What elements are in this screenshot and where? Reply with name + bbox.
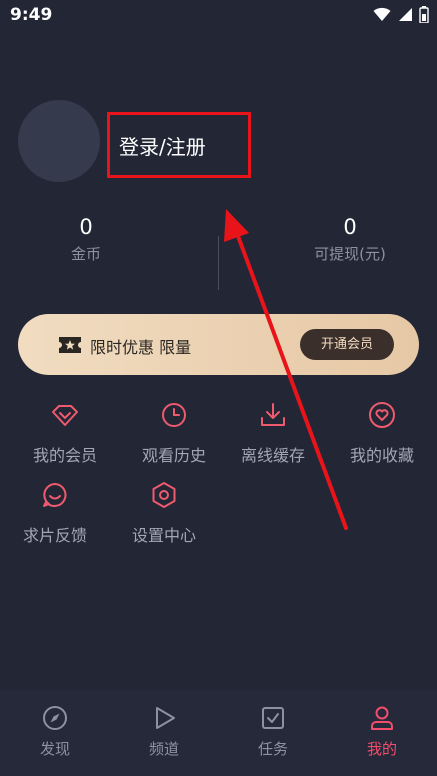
download-icon xyxy=(261,403,285,426)
menu-my-membership[interactable]: 我的会员 xyxy=(13,400,117,466)
ticket-star-icon xyxy=(59,337,81,353)
settings-hexagon-icon xyxy=(152,482,176,508)
stat-coins[interactable]: 0 金币 xyxy=(26,215,146,264)
user-icon xyxy=(371,706,393,730)
wifi-icon xyxy=(373,7,391,21)
stat-cash-value: 0 xyxy=(343,215,357,239)
vip-promo-banner[interactable]: 限时优惠 限量 开通会员 xyxy=(18,314,419,375)
stat-coins-value: 0 xyxy=(79,215,93,239)
nav-discover[interactable]: 发现 xyxy=(15,705,95,759)
signal-icon xyxy=(399,8,412,21)
stat-coins-label: 金币 xyxy=(70,245,101,263)
menu-watch-history[interactable]: 观看历史 xyxy=(122,400,226,466)
menu-label: 我的收藏 xyxy=(349,446,414,465)
menu-my-favorites[interactable]: 我的收藏 xyxy=(330,400,434,466)
menu-settings-center[interactable]: 设置中心 xyxy=(112,480,216,546)
my-profile-screen: 9:49 登录/注册 0 金币 0 可提现(元) 限时优惠 限量 开通会员 我的… xyxy=(0,0,437,776)
menu-label: 设置中心 xyxy=(131,526,196,545)
menu-label: 离线缓存 xyxy=(240,446,305,465)
chat-icon xyxy=(43,483,67,507)
nav-label: 任务 xyxy=(257,740,288,758)
status-time: 9:49 xyxy=(10,5,53,25)
clock-icon xyxy=(162,403,186,427)
open-vip-button[interactable]: 开通会员 xyxy=(300,329,394,360)
avatar[interactable] xyxy=(18,100,100,182)
menu-label: 求片反馈 xyxy=(22,526,87,545)
menu-request-feedback[interactable]: 求片反馈 xyxy=(3,480,107,546)
nav-label: 我的 xyxy=(366,740,397,758)
nav-tasks[interactable]: 任务 xyxy=(233,705,313,759)
menu-label: 观看历史 xyxy=(141,446,206,465)
play-icon xyxy=(156,707,175,729)
bottom-navigation: 发现 频道 任务 我的 xyxy=(0,690,437,776)
task-icon xyxy=(262,707,284,729)
status-icons xyxy=(373,6,429,23)
vip-promo-text: 限时优惠 限量 xyxy=(90,338,192,357)
heart-icon xyxy=(369,402,395,428)
nav-label: 频道 xyxy=(148,740,179,758)
menu-label: 我的会员 xyxy=(32,446,97,465)
diamond-icon xyxy=(52,405,78,426)
nav-channels[interactable]: 频道 xyxy=(124,705,204,759)
login-register-link[interactable]: 登录/注册 xyxy=(119,131,206,160)
stat-divider xyxy=(218,236,219,290)
stat-withdrawable-cash[interactable]: 0 可提现(元) xyxy=(290,215,410,264)
nav-mine[interactable]: 我的 xyxy=(342,705,422,759)
stat-cash-label: 可提现(元) xyxy=(314,245,386,263)
compass-icon xyxy=(43,706,67,730)
nav-label: 发现 xyxy=(39,740,70,758)
menu-offline-cache[interactable]: 离线缓存 xyxy=(221,400,325,466)
status-bar: 9:49 xyxy=(0,0,437,30)
battery-icon xyxy=(419,6,429,23)
